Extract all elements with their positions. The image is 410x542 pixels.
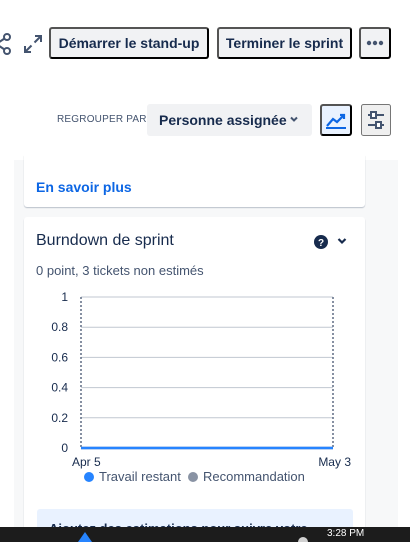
chart-icon [326,113,346,129]
help-icon[interactable]: ? [314,235,328,249]
y-tick-label: 0.8 [51,320,68,334]
group-by-label: REGROUPER PAR [57,114,147,125]
learn-more-link[interactable]: En savoir plus [36,179,132,195]
burndown-chart: 1 0.8 0.6 0.4 0.2 0 Apr 5 May 3 Travail restant R… [51,290,351,484]
insight-card: En savoir plus [24,155,365,207]
start-standup-button[interactable]: Démarrer le stand-up [49,27,209,59]
legend-marker [84,472,94,482]
legend-label: Travail restant [99,469,181,484]
group-by-row: REGROUPER PAR Personne assignée [0,104,410,136]
clock: 3:28 PM [327,528,365,539]
x-tick-label: Apr 5 [72,455,101,469]
system-tray-icon[interactable] [298,535,308,542]
y-tick-label: 0.6 [51,350,68,364]
group-by-value: Personne assignée [159,112,287,128]
group-by-select[interactable]: Personne assignée [147,104,312,136]
chevron-down-icon [290,116,298,122]
complete-sprint-button[interactable]: Terminer le sprint [217,27,352,59]
legend-label: Recommandation [203,469,305,484]
burndown-subtitle: 0 point, 3 tickets non estimés [36,263,204,278]
chevron-down-icon[interactable] [336,235,348,247]
more-actions-button[interactable] [359,27,391,59]
board-toolbar: Démarrer le stand-up Terminer le sprint [0,27,410,61]
y-tick-label: 0.2 [51,411,68,425]
y-tick-label: 0 [61,441,68,455]
app-icon[interactable] [78,532,92,542]
insights-button[interactable] [320,104,352,136]
filter-icon [368,111,384,129]
expand-icon[interactable] [22,33,44,55]
taskbar: 3:28 PM [0,527,410,542]
legend-marker [188,472,198,482]
y-tick-label: 0.4 [51,381,68,395]
y-tick-label: 1 [61,290,68,304]
svg-text:?: ? [318,238,324,249]
more-icon [366,40,384,46]
view-settings-button[interactable] [361,104,391,136]
burndown-title: Burndown de sprint [36,232,174,249]
x-tick-label: May 3 [318,455,351,469]
share-icon[interactable] [0,33,12,55]
